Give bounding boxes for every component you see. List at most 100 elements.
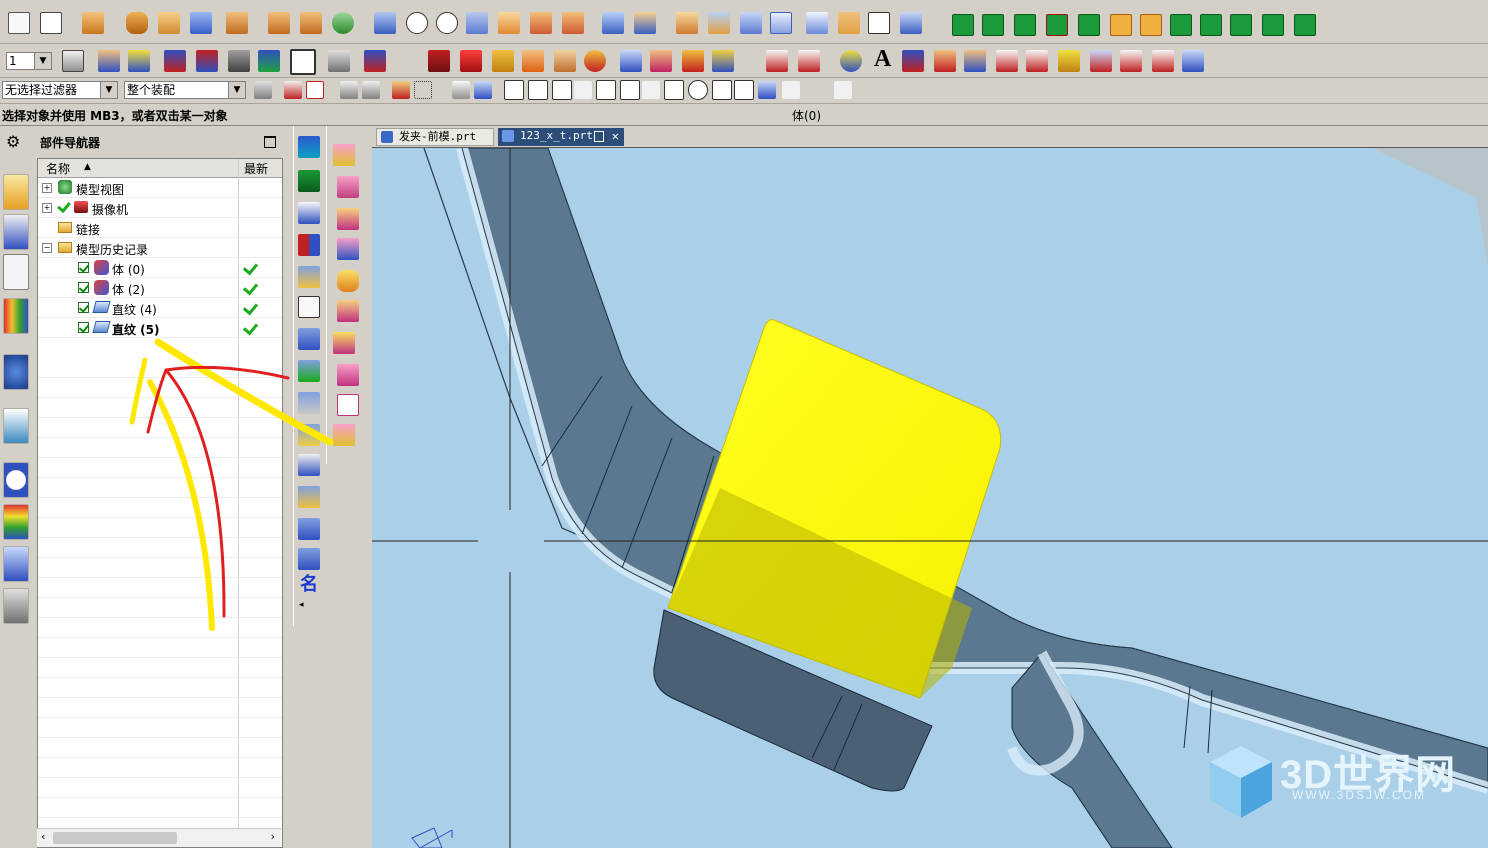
point-constructor-icon[interactable] xyxy=(364,50,386,72)
feature-row[interactable]: 体 (2) xyxy=(38,278,282,298)
move-object-icon[interactable] xyxy=(98,50,120,72)
snap-control-point-icon[interactable] xyxy=(574,81,592,99)
snap-intersection-icon[interactable] xyxy=(664,80,684,100)
book-icon[interactable] xyxy=(298,202,320,224)
assembly-navigator-icon[interactable] xyxy=(3,174,29,210)
hide-icon[interactable] xyxy=(228,50,250,72)
maximize-icon[interactable] xyxy=(264,136,276,148)
expand-icon[interactable]: + xyxy=(42,203,52,213)
collapse-icon[interactable]: − xyxy=(42,243,52,253)
unhide-icon[interactable] xyxy=(258,50,280,72)
section-curve-icon[interactable] xyxy=(1090,50,1112,72)
graphics-window[interactable]: 3D世界网 WWW.3DSJW.COM xyxy=(372,148,1488,848)
hole-icon[interactable] xyxy=(158,12,180,34)
layer-settings-icon[interactable] xyxy=(62,50,84,72)
reuse-library-icon[interactable] xyxy=(3,298,29,334)
chevron-down-icon[interactable]: ▼ xyxy=(34,53,51,69)
rename-icon[interactable] xyxy=(298,328,320,350)
mold-cube-plus-icon[interactable] xyxy=(333,144,355,166)
select-solid-icon[interactable] xyxy=(474,81,492,99)
chevron-down-icon[interactable]: ▼ xyxy=(228,82,245,98)
snap-endpoint-icon[interactable] xyxy=(528,80,548,100)
show-hide-icon[interactable] xyxy=(164,50,186,72)
select-edge-icon[interactable] xyxy=(362,81,380,99)
box-icon[interactable] xyxy=(770,12,792,34)
mold-tool-p-icon[interactable] xyxy=(1140,14,1162,36)
mold-cube-cross-icon[interactable] xyxy=(337,364,359,386)
roles-icon[interactable] xyxy=(3,546,29,582)
select-body-icon[interactable] xyxy=(452,81,470,99)
mold-tool-r-icon[interactable] xyxy=(1110,14,1132,36)
mirror-body-icon[interactable] xyxy=(374,12,396,34)
text-glyph[interactable]: A xyxy=(874,46,891,73)
mold-tool-4-icon[interactable] xyxy=(1046,14,1068,36)
distance-icon[interactable] xyxy=(712,50,734,72)
helix-icon[interactable] xyxy=(1058,50,1080,72)
measure-icon[interactable] xyxy=(584,50,606,72)
thicken-icon[interactable] xyxy=(740,12,762,34)
extrude-icon[interactable] xyxy=(82,12,104,34)
constraint-navigator-icon[interactable] xyxy=(3,214,29,250)
mold-cube-wire-icon[interactable] xyxy=(337,394,359,416)
horizontal-scrollbar[interactable]: ‹ › xyxy=(37,828,281,847)
snap-midpoint-icon[interactable] xyxy=(552,80,572,100)
restore-icon[interactable] xyxy=(594,131,604,142)
snap-quadrant-icon[interactable] xyxy=(712,80,732,100)
surface-tools-icon[interactable] xyxy=(1182,50,1204,72)
column-latest-header[interactable]: 最新 xyxy=(244,160,268,177)
expression-icon[interactable] xyxy=(298,454,320,476)
check-icon[interactable] xyxy=(298,360,320,382)
mold-tool-8-icon[interactable] xyxy=(1230,14,1252,36)
snap-bounded-icon[interactable] xyxy=(834,81,852,99)
invert-show-icon[interactable] xyxy=(196,50,218,72)
tree-node[interactable]: + 模型视图 xyxy=(38,178,282,198)
bridge-curve-icon[interactable] xyxy=(964,50,986,72)
extract-geometry-icon[interactable] xyxy=(522,50,544,72)
expand-icon[interactable]: + xyxy=(42,183,52,193)
mold-cube-move-icon[interactable] xyxy=(337,176,359,198)
mold-cube-a-icon[interactable] xyxy=(337,208,359,230)
info-icon[interactable] xyxy=(3,354,29,390)
object-display-icon[interactable] xyxy=(328,50,350,72)
replay-icon[interactable] xyxy=(298,518,320,540)
intersect-curve-icon[interactable] xyxy=(1026,50,1048,72)
name-glyph[interactable]: 名 xyxy=(300,570,318,596)
visibility-checkbox[interactable] xyxy=(78,262,89,273)
mold-tool-6-icon[interactable] xyxy=(1170,14,1192,36)
project-curve-icon[interactable] xyxy=(996,50,1018,72)
tab-file-1[interactable]: 发夹-前模.prt xyxy=(376,128,494,146)
feature-row[interactable]: 直纹 (4) xyxy=(38,298,282,318)
hidden-edge-icon[interactable] xyxy=(868,12,890,34)
mirror-icon[interactable] xyxy=(298,234,320,256)
snap-spline-icon[interactable] xyxy=(620,80,640,100)
shaded-box-icon[interactable] xyxy=(838,12,860,34)
snap-curve-icon[interactable] xyxy=(596,80,616,100)
mold-tool-7-icon[interactable] xyxy=(1200,14,1222,36)
feature-row[interactable]: 体 (0) xyxy=(38,258,282,278)
mold-cylinder-icon[interactable] xyxy=(337,270,359,292)
new-sheet-icon[interactable] xyxy=(40,12,62,34)
snap-on-face-icon[interactable] xyxy=(782,81,800,99)
history-clock-icon[interactable] xyxy=(3,462,29,498)
offset-curve-icon[interactable] xyxy=(934,50,956,72)
general-selection-filter-icon[interactable] xyxy=(254,81,272,99)
studio-icon[interactable] xyxy=(900,12,922,34)
palette-icon[interactable] xyxy=(3,504,29,540)
selection-scope-select[interactable]: 整个装配 ▼ xyxy=(124,81,246,99)
visibility-checkbox[interactable] xyxy=(78,282,89,293)
select-feature-icon[interactable] xyxy=(392,81,410,99)
angle-icon[interactable] xyxy=(682,50,704,72)
feature-group-icon[interactable] xyxy=(298,266,320,288)
mold-tool-3-icon[interactable] xyxy=(1014,14,1036,36)
layer-select[interactable]: 1 ▼ xyxy=(6,52,52,70)
isoparametric-icon[interactable] xyxy=(1120,50,1142,72)
document-icon[interactable] xyxy=(3,408,29,444)
mold-tool-5-icon[interactable] xyxy=(1078,14,1100,36)
arc-icon[interactable] xyxy=(798,50,820,72)
pattern-icon[interactable] xyxy=(268,12,290,34)
toolbar-overflow-icon[interactable]: ◂ xyxy=(299,600,304,610)
sketch-icon[interactable] xyxy=(8,12,30,34)
mold-cube-c-icon[interactable] xyxy=(337,300,359,322)
snap-existing-point-icon[interactable] xyxy=(734,80,754,100)
scroll-left-icon[interactable]: ‹ xyxy=(41,830,45,843)
